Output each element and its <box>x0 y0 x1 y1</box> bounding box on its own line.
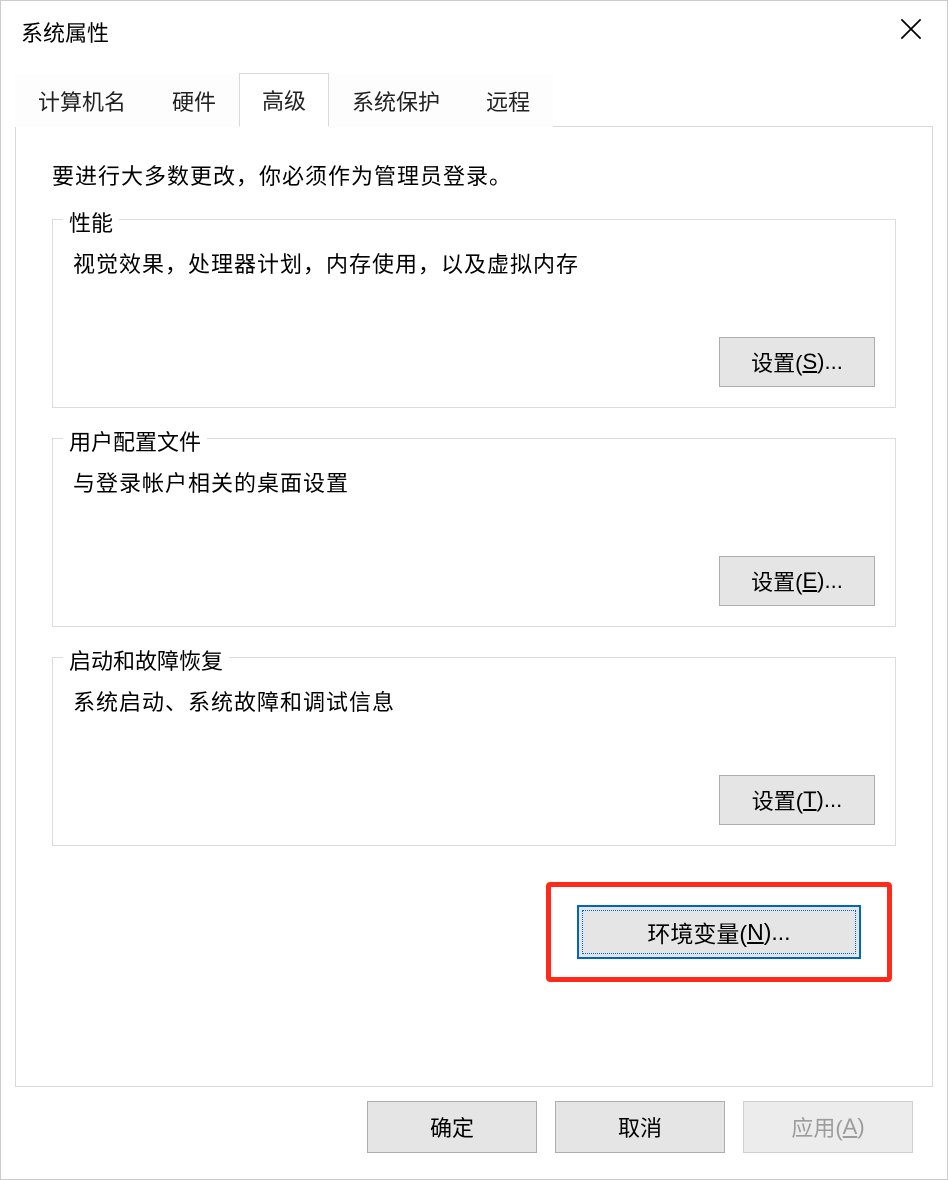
button-hotkey: S <box>802 349 817 375</box>
button-hotkey: T <box>803 787 816 813</box>
performance-group: 性能 视觉效果，处理器计划，内存使用，以及虚拟内存 设置(S)... <box>52 219 896 408</box>
close-icon <box>900 18 922 46</box>
titlebar: 系统属性 <box>1 1 947 63</box>
tab-system-protection[interactable]: 系统保护 <box>329 74 463 127</box>
button-label-suffix: ) <box>857 1114 864 1140</box>
startup-recovery-desc: 系统启动、系统故障和调试信息 <box>73 686 875 719</box>
button-label-suffix: )... <box>764 919 791 946</box>
tab-hardware[interactable]: 硬件 <box>149 74 239 127</box>
environment-variables-row: 环境变量(N)... <box>52 882 896 982</box>
tab-advanced[interactable]: 高级 <box>239 73 329 127</box>
button-hotkey: A <box>843 1114 858 1140</box>
user-profiles-group: 用户配置文件 与登录帐户相关的桌面设置 设置(E)... <box>52 438 896 627</box>
ok-button[interactable]: 确定 <box>367 1101 537 1153</box>
tab-strip: 计算机名 硬件 高级 系统保护 远程 <box>15 79 933 127</box>
admin-note: 要进行大多数更改，你必须作为管理员登录。 <box>52 159 896 191</box>
system-properties-window: 系统属性 计算机名 硬件 高级 系统保护 远程 要进行大多数更改，你必须作为管理… <box>0 0 948 1180</box>
tab-remote[interactable]: 远程 <box>463 74 553 127</box>
startup-recovery-settings-button[interactable]: 设置(T)... <box>719 775 875 825</box>
tab-computer-name[interactable]: 计算机名 <box>15 74 149 127</box>
environment-variables-button[interactable]: 环境变量(N)... <box>577 905 861 959</box>
highlight-frame: 环境变量(N)... <box>546 882 892 982</box>
performance-settings-button[interactable]: 设置(S)... <box>719 337 875 387</box>
performance-desc: 视觉效果，处理器计划，内存使用，以及虚拟内存 <box>73 248 875 281</box>
button-label-suffix: )... <box>817 349 843 375</box>
close-button[interactable] <box>879 1 943 63</box>
user-profiles-legend: 用户配置文件 <box>63 425 207 457</box>
button-label: 设置( <box>752 784 803 816</box>
startup-recovery-group: 启动和故障恢复 系统启动、系统故障和调试信息 设置(T)... <box>52 657 896 846</box>
button-label-suffix: )... <box>817 787 843 813</box>
button-label: 应用( <box>791 1111 842 1143</box>
startup-recovery-legend: 启动和故障恢复 <box>63 644 229 676</box>
button-label-suffix: )... <box>817 568 843 594</box>
performance-legend: 性能 <box>63 206 119 238</box>
apply-button: 应用(A) <box>743 1101 913 1153</box>
button-label: 设置( <box>751 565 802 597</box>
cancel-button[interactable]: 取消 <box>555 1101 725 1153</box>
button-label: 设置( <box>751 346 802 378</box>
dialog-footer: 确定 取消 应用(A) <box>15 1087 933 1167</box>
button-hotkey: E <box>802 568 817 594</box>
button-hotkey: N <box>747 919 764 946</box>
advanced-panel: 要进行大多数更改，你必须作为管理员登录。 性能 视觉效果，处理器计划，内存使用，… <box>15 127 933 1087</box>
button-label: 环境变量( <box>647 915 747 949</box>
window-title: 系统属性 <box>21 16 879 48</box>
user-profiles-settings-button[interactable]: 设置(E)... <box>719 556 875 606</box>
user-profiles-desc: 与登录帐户相关的桌面设置 <box>73 467 875 500</box>
